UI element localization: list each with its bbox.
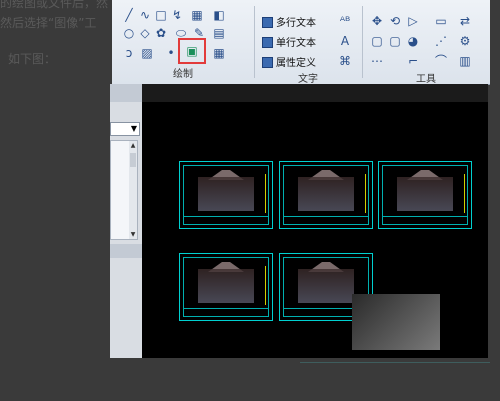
dimension-line — [365, 173, 366, 214]
scroll-down-icon[interactable]: ▼ — [129, 230, 137, 239]
color-icon[interactable]: ◕ — [406, 34, 420, 48]
mirror-icon[interactable]: ▷ — [406, 14, 420, 28]
text-panel-title: 文字 — [298, 74, 318, 85]
grid-table-icon[interactable]: ▦ — [212, 46, 226, 60]
arc-icon[interactable]: ⌒ — [434, 54, 448, 68]
house-section — [298, 268, 354, 303]
separator — [254, 6, 255, 78]
dimension-line — [464, 173, 465, 214]
attribute-def-icon — [262, 57, 273, 68]
text-style-icon[interactable]: ᴬᴮ — [338, 14, 352, 28]
title-block — [183, 308, 269, 317]
title-block — [382, 216, 468, 225]
tools-panel-title: 工具 — [416, 74, 436, 85]
house-elevation — [298, 176, 354, 211]
draw-panel: ╱ ∿ □ ↯ ▦ ◧ ○ ◇ ✿ ⬭ ✎ ▤ ↄ ▨ • ▣ ▦ 绘制 — [118, 6, 248, 84]
calc-icon[interactable]: ▥ — [458, 54, 472, 68]
separator — [362, 6, 363, 78]
multiline-text-icon — [262, 17, 273, 28]
insert-icon[interactable]: ◧ — [212, 8, 226, 22]
revcloud-icon[interactable]: ✿ — [154, 26, 168, 40]
drawing-sheet-4[interactable] — [179, 253, 273, 321]
chevron-down-icon: ▼ — [130, 124, 137, 133]
background-cad-lines — [300, 362, 500, 401]
spiral-icon[interactable]: ↄ — [122, 46, 136, 60]
move-icon[interactable]: ✥ — [370, 14, 384, 28]
block-icon[interactable]: ▦ — [190, 8, 204, 22]
dots-icon[interactable]: ⋯ — [370, 54, 384, 68]
text-edit-icon[interactable]: A — [338, 34, 352, 48]
property-list[interactable]: ▲ ▼ — [110, 140, 138, 240]
drawing-sheet-2[interactable] — [279, 161, 373, 229]
line-icon[interactable]: ╱ — [122, 8, 136, 22]
layer-icon[interactable]: ▭ — [434, 14, 448, 28]
property-dropdown[interactable]: ▼ — [110, 122, 140, 136]
background-region — [490, 0, 500, 400]
title-block — [283, 216, 369, 225]
polyline-icon[interactable]: ∿ — [138, 8, 152, 22]
scroll-up-icon[interactable]: ▲ — [129, 141, 137, 150]
singleline-text-label: 单行文本 — [276, 38, 316, 49]
rectangle-icon[interactable]: □ — [154, 8, 168, 22]
circle-icon[interactable]: ○ — [122, 26, 136, 40]
spline-icon[interactable]: ↯ — [170, 8, 184, 22]
background-text-line3: 如下图： — [8, 52, 57, 66]
corner-icon[interactable]: ⌐ — [406, 54, 420, 68]
singleline-text-icon — [262, 37, 273, 48]
scrollbar-thumb[interactable] — [130, 153, 136, 167]
left-panel-header — [110, 84, 142, 102]
dimension-line — [265, 173, 266, 214]
vertical-scrollbar[interactable]: ▲ ▼ — [129, 141, 137, 239]
singleline-text-button[interactable]: 单行文本 — [262, 34, 316, 49]
window-icon[interactable]: ▢ — [370, 34, 384, 48]
attribute-def-button[interactable]: 属性定义 — [262, 54, 316, 69]
draw-panel-title: 绘制 — [173, 69, 193, 80]
background-text-line1: 的绘图或文件后，然 — [0, 0, 109, 10]
hatch-icon[interactable]: ▨ — [140, 46, 154, 60]
text-panel: 多行文本 单行文本 属性定义 ᴬᴮ A ⌘ 文字 — [258, 6, 358, 85]
house-elevation — [198, 176, 254, 211]
match-icon[interactable]: ⇄ — [458, 14, 472, 28]
drawing-sheet-3[interactable] — [378, 161, 472, 229]
multiline-text-button[interactable]: 多行文本 — [262, 14, 316, 29]
table-icon[interactable]: ▤ — [212, 26, 226, 40]
drawing-sheet-1[interactable] — [179, 161, 273, 229]
watermark-overlay — [352, 294, 440, 350]
left-panel: ▼ ▲ ▼ — [110, 84, 142, 358]
dimension-line — [265, 265, 266, 306]
house-elevation — [397, 176, 453, 211]
polygon-icon[interactable]: ◇ — [138, 26, 152, 40]
tools-panel: ✥ ⟲ ▷ ▭ ⇄ ▢ ▢ ◕ ⋰ ⚙ ⋯ ⌐ ⌒ ▥ 工具 — [366, 6, 486, 85]
copy-icon[interactable]: ⟲ — [388, 14, 402, 28]
point-icon[interactable]: • — [164, 46, 178, 60]
multiline-text-label: 多行文本 — [276, 18, 316, 29]
frame-icon[interactable]: ▢ — [388, 34, 402, 48]
house-elevation — [198, 268, 254, 303]
image-icon[interactable]: ▣ — [185, 44, 199, 58]
linetype-icon[interactable]: ⋰ — [434, 34, 448, 48]
left-panel-divider — [110, 244, 142, 258]
background-text-line2: 然后选择“图像”工 — [0, 16, 97, 30]
title-block — [183, 216, 269, 225]
ribbon: ╱ ∿ □ ↯ ▦ ◧ ○ ◇ ✿ ⬭ ✎ ▤ ↄ ▨ • ▣ ▦ 绘制 多行文… — [112, 0, 490, 85]
text-format-icon[interactable]: ⌘ — [338, 54, 352, 68]
properties-icon[interactable]: ⚙ — [458, 34, 472, 48]
attribute-def-label: 属性定义 — [276, 58, 316, 69]
